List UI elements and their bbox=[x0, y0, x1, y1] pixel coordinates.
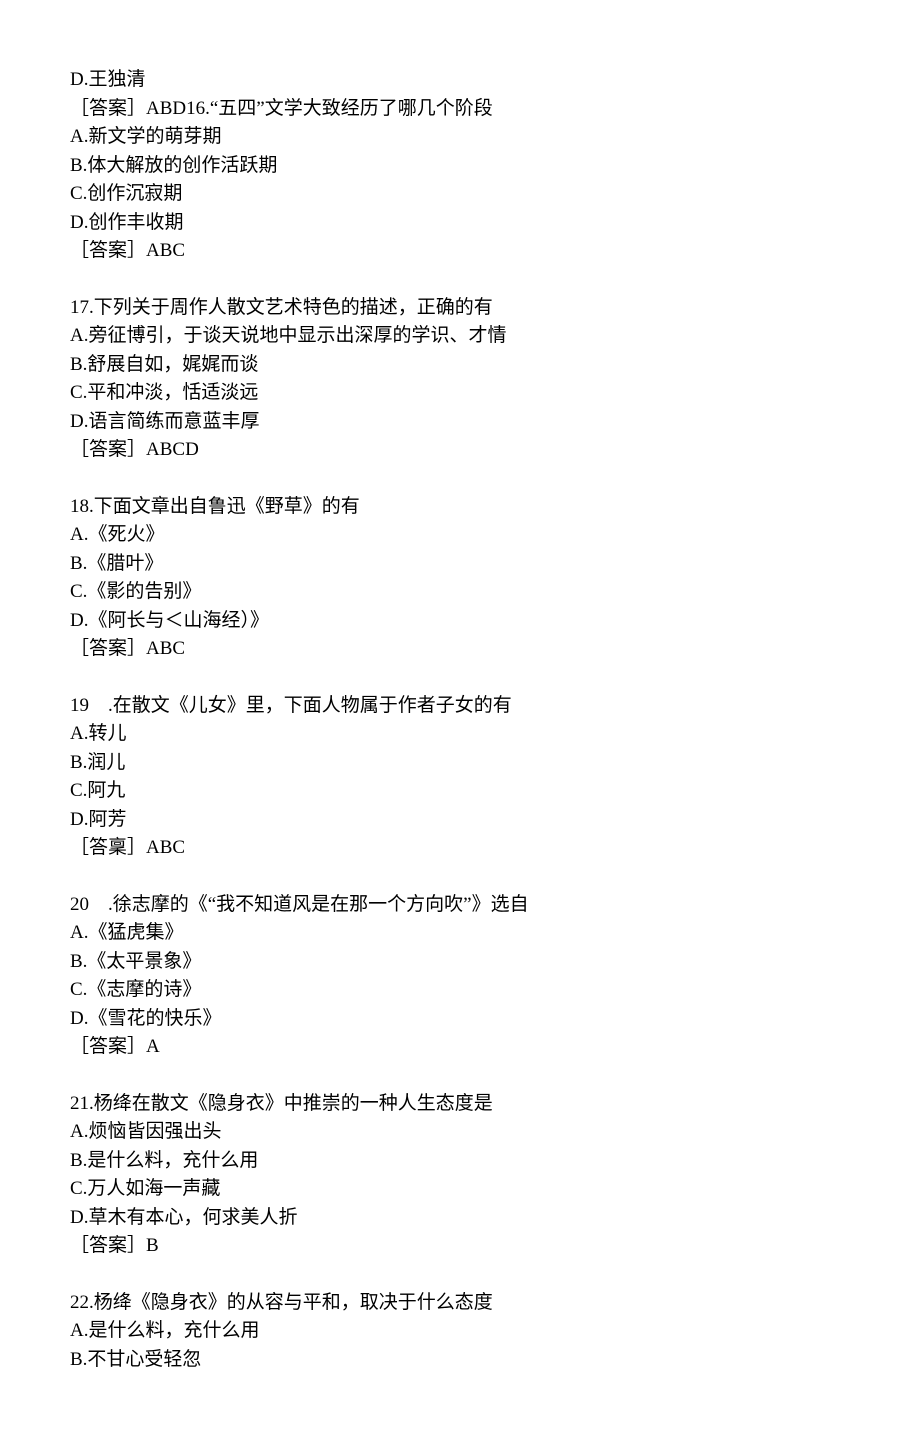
text-line: A.是什么料，充什么用 bbox=[70, 1317, 850, 1346]
text-line: A.新文学的萌芽期 bbox=[70, 123, 850, 152]
text-line: 20 .徐志摩的《“我不知道风是在那一个方向吹”》选自 bbox=[70, 891, 850, 920]
text-line: D.草木有本心，何求美人折 bbox=[70, 1204, 850, 1233]
text-line: ［答稟］ABC bbox=[70, 834, 850, 863]
text-line: 17.下列关于周作人散文艺术特色的描述，正确的有 bbox=[70, 294, 850, 323]
text-line: D.语言简练而意蓝丰厚 bbox=[70, 408, 850, 437]
text-line: ［答案］A bbox=[70, 1033, 850, 1062]
text-line: A.转儿 bbox=[70, 720, 850, 749]
text-line: D.王独清 bbox=[70, 66, 850, 95]
text-line: C.万人如海一声藏 bbox=[70, 1175, 850, 1204]
text-line: D.《雪花的快乐》 bbox=[70, 1005, 850, 1034]
text-line: A.旁征博引，于谈天说地中显示出深厚的学识、才情 bbox=[70, 322, 850, 351]
text-line: B.体大解放的创作活跃期 bbox=[70, 152, 850, 181]
text-line: C.《影的告别》 bbox=[70, 578, 850, 607]
question-block: 19 .在散文《儿女》里，下面人物属于作者子女的有A.转儿B.润儿C.阿九D.阿… bbox=[70, 692, 850, 863]
text-line: C.《志摩的诗》 bbox=[70, 976, 850, 1005]
text-line: ［答案］ABCD bbox=[70, 436, 850, 465]
question-block: 17.下列关于周作人散文艺术特色的描述，正确的有A.旁征博引，于谈天说地中显示出… bbox=[70, 294, 850, 465]
text-line: C.创作沉寂期 bbox=[70, 180, 850, 209]
text-line: ［答案］ABD16.“五四”文学大致经历了哪几个阶段 bbox=[70, 95, 850, 124]
text-line: 21.杨绛在散文《隐身衣》中推崇的一种人生态度是 bbox=[70, 1090, 850, 1119]
text-line: D.《阿长与＜山海经）》 bbox=[70, 607, 850, 636]
text-line: 18.下面文章出自鲁迅《野草》的有 bbox=[70, 493, 850, 522]
text-line: 19 .在散文《儿女》里，下面人物属于作者子女的有 bbox=[70, 692, 850, 721]
text-line: D.阿芳 bbox=[70, 806, 850, 835]
question-block: 18.下面文章出自鲁迅《野草》的有A.《死火》B.《腊叶》C.《影的告别》D.《… bbox=[70, 493, 850, 664]
text-line: A.《猛虎集》 bbox=[70, 919, 850, 948]
text-line: B.《腊叶》 bbox=[70, 550, 850, 579]
text-line: 22.杨绛《隐身衣》的从容与平和，取决于什么态度 bbox=[70, 1289, 850, 1318]
question-block: 21.杨绛在散文《隐身衣》中推崇的一种人生态度是A.烦恼皆因强出头B.是什么料，… bbox=[70, 1090, 850, 1261]
text-line: C.平和冲淡，恬适淡远 bbox=[70, 379, 850, 408]
question-block: D.王独清［答案］ABD16.“五四”文学大致经历了哪几个阶段A.新文学的萌芽期… bbox=[70, 66, 850, 266]
text-line: B.不甘心受轻忽 bbox=[70, 1346, 850, 1375]
text-line: D.创作丰收期 bbox=[70, 209, 850, 238]
question-block: 20 .徐志摩的《“我不知道风是在那一个方向吹”》选自A.《猛虎集》B.《太平景… bbox=[70, 891, 850, 1062]
text-line: C.阿九 bbox=[70, 777, 850, 806]
text-line: A.《死火》 bbox=[70, 521, 850, 550]
text-line: B.舒展自如，娓娓而谈 bbox=[70, 351, 850, 380]
text-line: B.润儿 bbox=[70, 749, 850, 778]
question-block: 22.杨绛《隐身衣》的从容与平和，取决于什么态度A.是什么料，充什么用B.不甘心… bbox=[70, 1289, 850, 1375]
text-line: ［答案］B bbox=[70, 1232, 850, 1261]
text-line: A.烦恼皆因强出头 bbox=[70, 1118, 850, 1147]
text-line: B.《太平景象》 bbox=[70, 948, 850, 977]
text-line: B.是什么料，充什么用 bbox=[70, 1147, 850, 1176]
text-line: ［答案］ABC bbox=[70, 635, 850, 664]
text-line: ［答案］ABC bbox=[70, 237, 850, 266]
